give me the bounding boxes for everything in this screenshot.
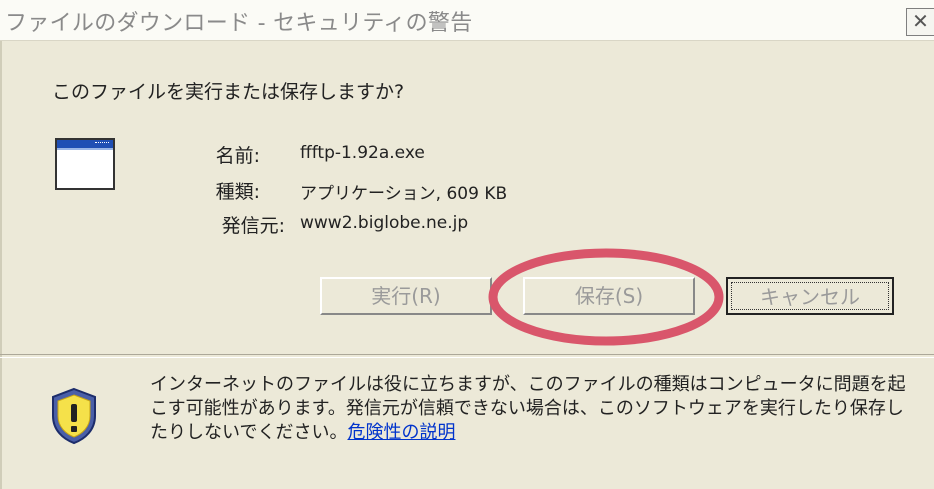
close-button[interactable]: ✕	[906, 8, 934, 36]
security-warning-text: インターネットのファイルは役に立ちますが、このファイルの種類はコンピュータに問題…	[150, 373, 910, 445]
file-type-label: 種類:	[215, 181, 260, 203]
cancel-button-label: キャンセル	[731, 282, 889, 310]
separator	[0, 354, 934, 358]
file-source-label: 発信元:	[221, 215, 285, 237]
highlight-ellipse	[488, 248, 724, 346]
risk-explanation-link[interactable]: 危険性の説明	[347, 422, 455, 443]
application-window-icon	[55, 138, 115, 190]
security-shield-icon	[52, 387, 96, 445]
file-name-value: ffftp-1.92a.exe	[300, 143, 425, 163]
window-left-border	[0, 41, 2, 489]
window-title: ファイルのダウンロード - セキュリティの警告	[5, 11, 473, 36]
file-type-value: アプリケーション, 609 KB	[300, 184, 508, 204]
file-name-label: 名前:	[215, 145, 260, 167]
warning-message: インターネットのファイルは役に立ちますが、このファイルの種類はコンピュータに問題…	[150, 374, 906, 443]
run-button[interactable]: 実行(R)	[320, 277, 492, 315]
cancel-button[interactable]: キャンセル	[726, 277, 894, 315]
title-bar: ファイルのダウンロード - セキュリティの警告 ✕	[0, 0, 934, 41]
download-question: このファイルを実行または保存しますか?	[52, 81, 405, 103]
file-source-value: www2.biglobe.ne.jp	[300, 213, 469, 233]
